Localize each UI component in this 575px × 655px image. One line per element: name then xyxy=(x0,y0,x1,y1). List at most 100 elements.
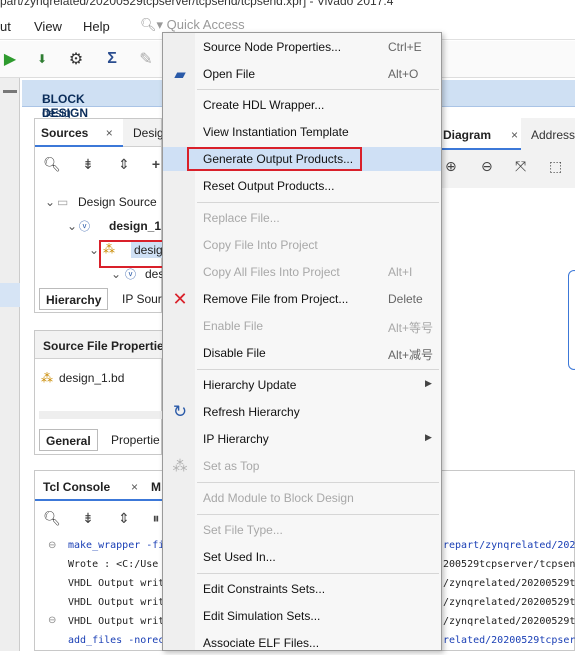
diagram-panel: Diagram × Address ⊕ ⊖ ⤧ ⬚ xyxy=(440,118,575,188)
close-icon[interactable]: × xyxy=(511,128,518,142)
collapse-all-icon[interactable]: ⇟ xyxy=(79,155,97,173)
menu-separator xyxy=(197,89,439,90)
verilog-module-icon: ⓥ xyxy=(125,269,136,281)
collapse-all-icon[interactable]: ⇟ xyxy=(79,509,97,527)
search-icon[interactable]: 🔍︎ xyxy=(43,155,61,173)
zoom-area-icon[interactable]: ⬚ xyxy=(549,158,562,175)
collapse-cmd-icon[interactable]: ⊖ xyxy=(48,615,56,626)
horizontal-scrollbar[interactable] xyxy=(39,411,163,419)
menu-separator xyxy=(197,202,439,203)
console-line-tail: /zynqrelated/20200529tc xyxy=(443,616,575,627)
tree-expand-icon[interactable]: ⌄ xyxy=(111,267,121,281)
menu-item-create-hdl-wrapper[interactable]: Create HDL Wrapper... xyxy=(163,93,441,117)
menu-item-view-instantiation-template[interactable]: View Instantiation Template xyxy=(163,120,441,144)
console-line-tail: /zynqrelated/20200529tc xyxy=(443,597,575,608)
fit-view-icon[interactable]: ⤧ xyxy=(515,158,526,175)
menu-item-open-file[interactable]: ▰ Open File Alt+O xyxy=(163,62,441,86)
menu-view[interactable]: View xyxy=(34,19,62,34)
console-line: VHDL Output writ xyxy=(68,616,165,627)
menu-item-edit-simulation-sets[interactable]: Edit Simulation Sets... xyxy=(163,604,441,628)
console-line: add_files -norec xyxy=(68,635,165,646)
diagram-block-edge xyxy=(568,270,575,370)
close-icon[interactable]: × xyxy=(131,480,138,494)
zoom-out-icon[interactable]: ⊖ xyxy=(481,158,493,175)
console-line-tail: related/20200529tcpser xyxy=(443,635,575,646)
collapse-cmd-icon[interactable]: ⊖ xyxy=(48,540,56,551)
menu-item-hierarchy-update[interactable]: Hierarchy Update ▶ xyxy=(163,373,441,397)
tree-expand-icon[interactable]: ⌄ xyxy=(67,219,77,233)
tab-properties[interactable]: Propertie xyxy=(111,433,160,447)
menu-item-set-as-top: ⁂ Set as Top xyxy=(172,458,260,475)
folder-icon: ▭ xyxy=(57,195,69,209)
menu-item-reset-output-products[interactable]: Reset Output Products... xyxy=(163,174,441,198)
annotation-box-generate xyxy=(187,147,362,171)
context-menu: Source Node Properties... Ctrl+E ▰ Open … xyxy=(162,32,442,651)
menu-separator xyxy=(197,369,439,370)
tab-address-editor[interactable]: Address xyxy=(531,128,575,142)
tab-diagram[interactable]: Diagram × xyxy=(441,118,521,150)
submenu-arrow-icon: ▶ xyxy=(425,378,432,388)
disabled-tool-icon: ✎ xyxy=(139,51,153,68)
menu-item-remove-file[interactable]: ✕ Remove File from Project... Delete xyxy=(163,287,441,311)
menu-separator xyxy=(197,482,439,483)
tab-sources[interactable]: Sources × xyxy=(35,119,123,147)
settings-gear-icon[interactable]: ⚙ xyxy=(66,49,86,69)
nav-selected-marker xyxy=(0,283,20,307)
folder-open-icon: ▰ xyxy=(174,66,186,83)
window-title-bar: part/zynqrelated/20200529tcpserver/tcpse… xyxy=(0,0,575,11)
menu-item-set-used-in[interactable]: Set Used In... xyxy=(163,545,441,569)
tree-expand-icon[interactable]: ⌄ xyxy=(45,195,55,209)
tab-tcl-console[interactable]: Tcl Console × xyxy=(35,471,163,501)
quick-access-search[interactable]: 🔍︎▾ Quick Access xyxy=(140,17,245,33)
sources-panel: Sources × Desig 🔍︎ ⇟ ⇕ + ⌄ ▭ Design Sour… xyxy=(34,118,164,313)
menu-item-disable-file[interactable]: Disable File Alt+减号 xyxy=(163,341,441,365)
close-icon[interactable]: × xyxy=(106,126,113,140)
hierarchy-icon: ⁂ xyxy=(172,458,188,475)
menu-separator xyxy=(197,573,439,574)
source-file-properties-panel: Source File Propertie ⁂ design_1.bd Gene… xyxy=(34,330,164,455)
search-icon: 🔍︎▾ xyxy=(140,17,164,32)
menu-help[interactable]: Help xyxy=(83,19,110,34)
tab-ip-sources[interactable]: IP Sour xyxy=(122,292,162,306)
menu-item-ip-hierarchy[interactable]: IP Hierarchy ▶ xyxy=(163,427,441,451)
menu-item-refresh-hierarchy[interactable]: ↻ Refresh Hierarchy xyxy=(163,400,441,424)
menu-item-copy-all-files: Copy All Files Into Project Alt+I xyxy=(203,265,413,279)
quick-access-placeholder: Quick Access xyxy=(166,17,245,32)
expand-all-icon[interactable]: ⇕ xyxy=(115,509,133,527)
properties-title: Source File Propertie xyxy=(43,339,164,353)
properties-header: Source File Propertie xyxy=(35,331,164,359)
tree-design-1[interactable]: design_1 xyxy=(109,219,161,233)
menu-item-source-node-properties[interactable]: Source Node Properties... Ctrl+E xyxy=(163,35,441,59)
window-title: part/zynqrelated/20200529tcpserver/tcpse… xyxy=(0,0,394,8)
menu-item-associate-elf-files[interactable]: Associate ELF Files... xyxy=(163,631,441,655)
console-line: Wrote : <C:/Use xyxy=(68,559,159,570)
menu-tools-partial[interactable]: ut xyxy=(0,19,11,34)
sum-icon[interactable]: Σ xyxy=(102,49,122,69)
expand-all-icon[interactable]: ⇕ xyxy=(115,155,133,173)
tab-messages[interactable]: M xyxy=(151,480,161,494)
collapse-icon[interactable] xyxy=(3,90,17,93)
submenu-arrow-icon: ▶ xyxy=(425,432,432,442)
search-icon[interactable]: 🔍︎ xyxy=(43,509,61,527)
zoom-in-icon[interactable]: ⊕ xyxy=(445,158,457,175)
menu-separator xyxy=(197,514,439,515)
program-device-icon[interactable]: ⬇ xyxy=(32,49,52,69)
menu-item-edit-constraints-sets[interactable]: Edit Constraints Sets... xyxy=(163,577,441,601)
menu-item-set-file-type: Set File Type... xyxy=(203,523,283,537)
verilog-module-icon: ⓥ xyxy=(79,221,90,233)
console-line-tail: /zynqrelated/20200529tc xyxy=(443,578,575,589)
tab-hierarchy[interactable]: Hierarchy xyxy=(39,288,109,310)
tree-expand-icon[interactable]: ⌄ xyxy=(89,243,99,257)
run-icon[interactable]: ▶ xyxy=(0,49,20,69)
refresh-icon: ↻ xyxy=(172,402,188,421)
menu-item-add-module-to-block-design: Add Module to Block Design xyxy=(203,491,354,505)
console-line: make_wrapper -fi xyxy=(68,540,165,551)
sources-tab-row: Sources × Desig xyxy=(35,119,164,147)
tab-general[interactable]: General xyxy=(39,429,98,451)
console-line: VHDL Output writ xyxy=(68,578,165,589)
tree-design-sources[interactable]: Design Source xyxy=(78,195,157,209)
menu-item-replace-file: Replace File... xyxy=(203,211,280,225)
console-line: VHDL Output writ xyxy=(68,597,165,608)
tab-design[interactable]: Desig xyxy=(127,119,164,147)
properties-file-name: design_1.bd xyxy=(59,371,125,385)
